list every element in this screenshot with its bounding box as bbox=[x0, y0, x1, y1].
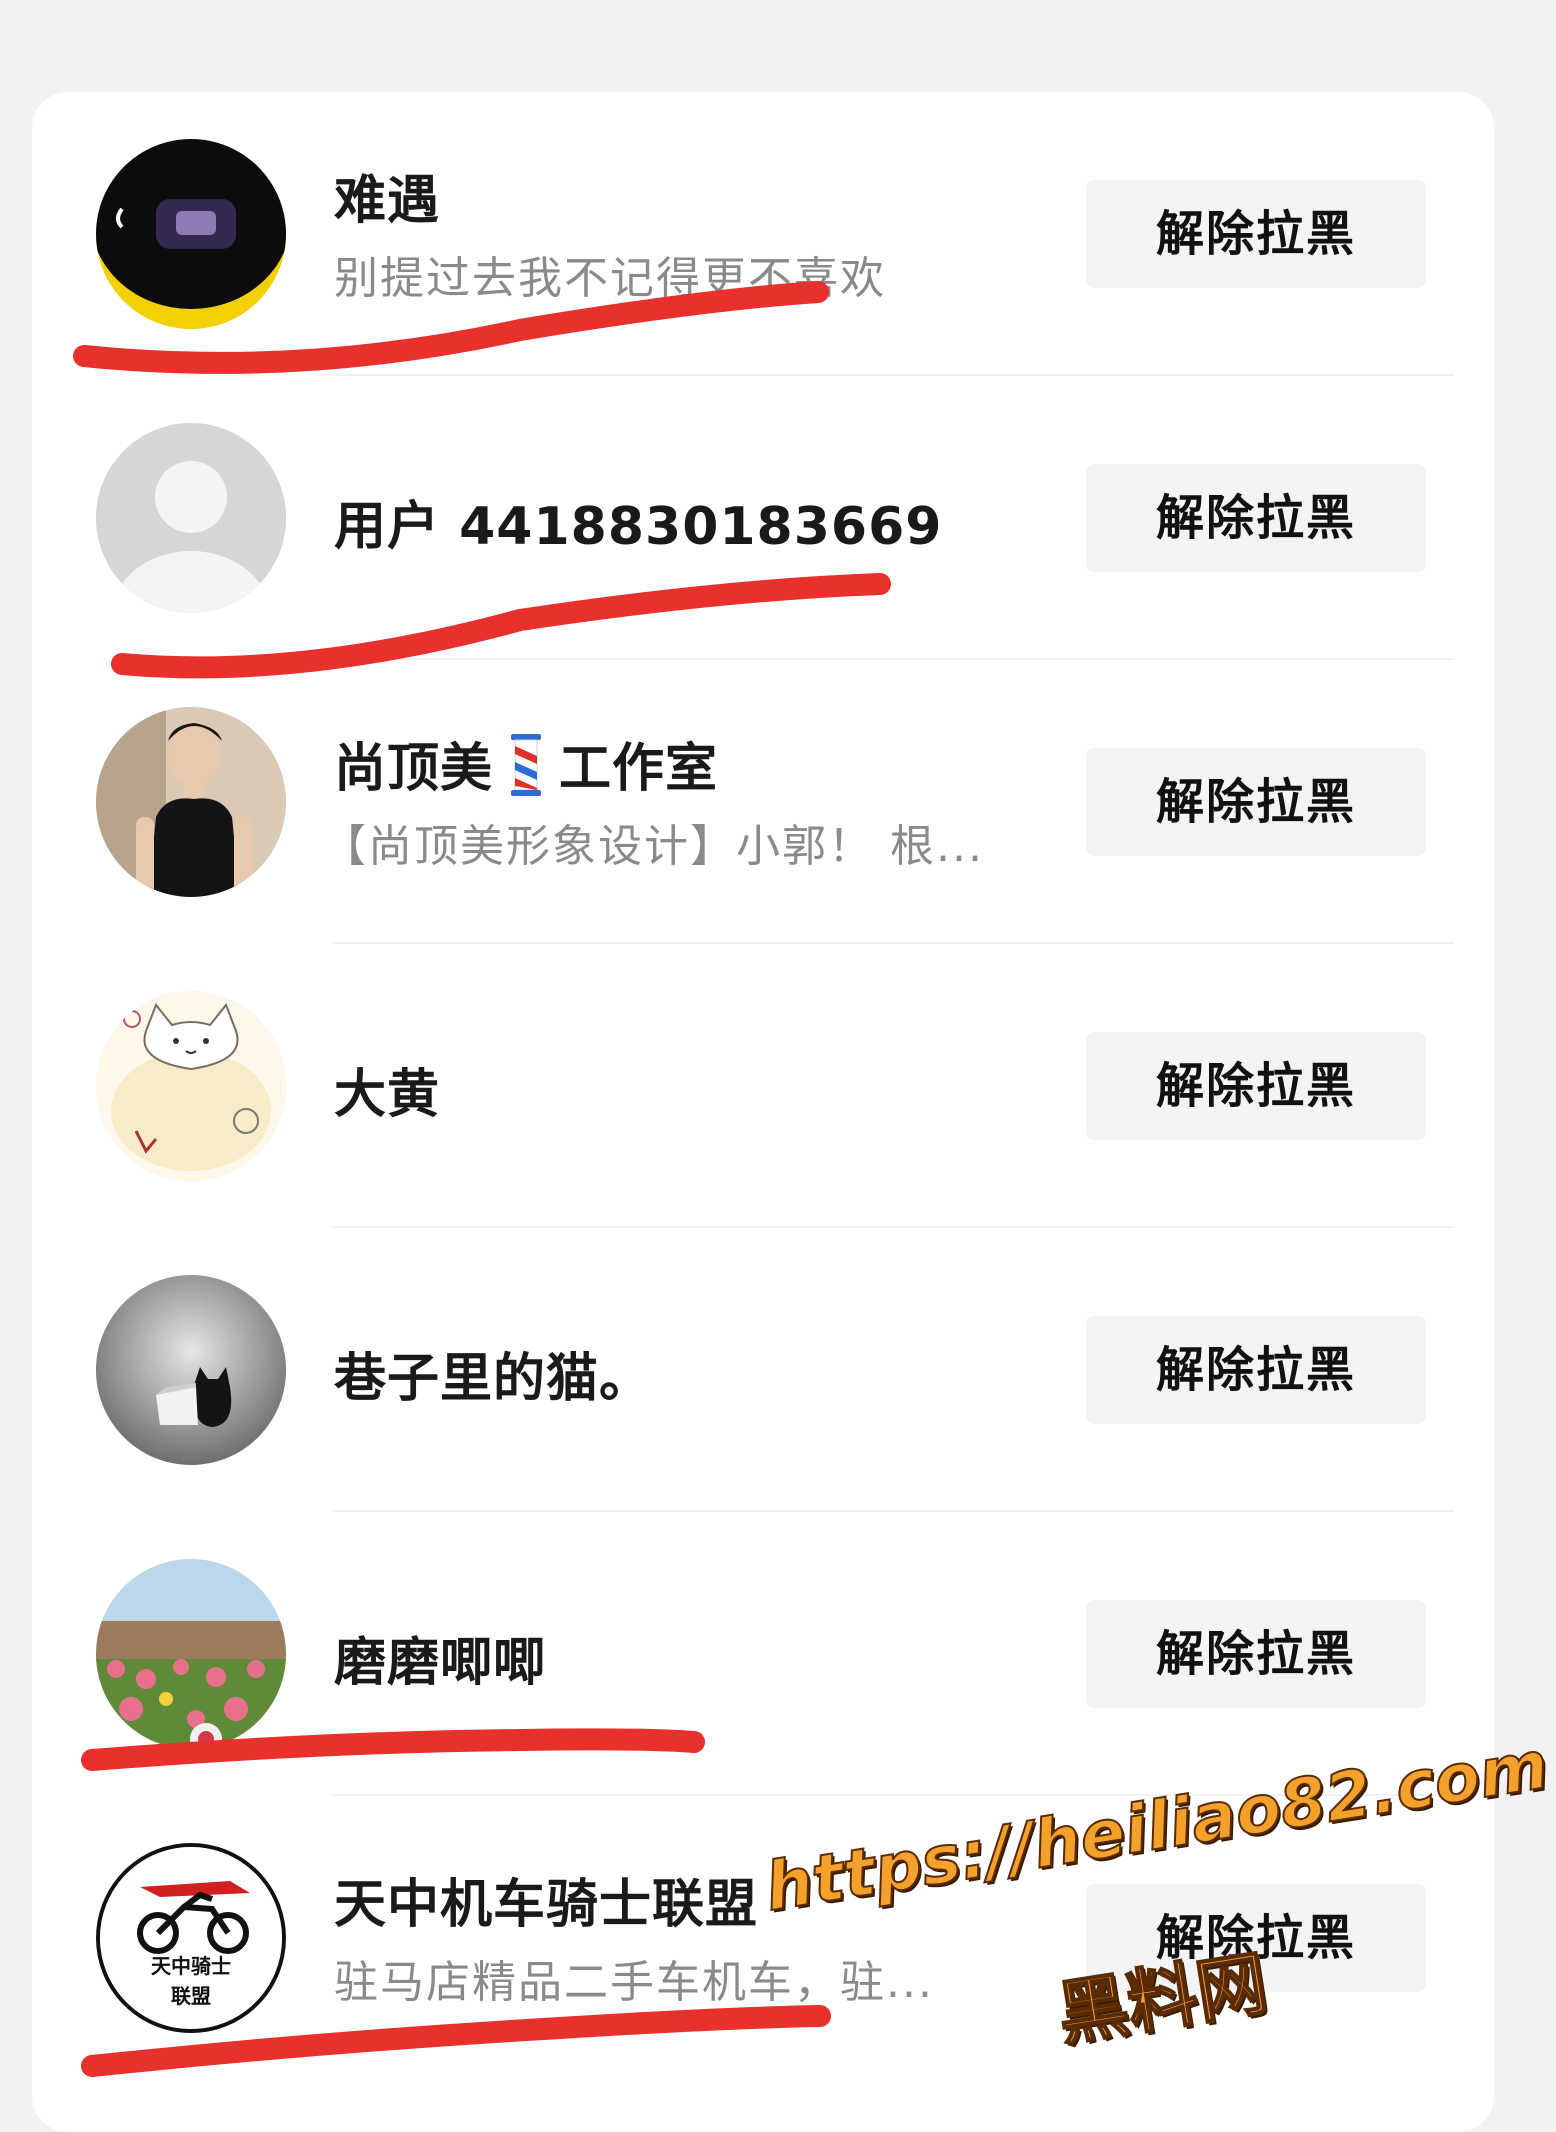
user-signature: 驻马店精品二手车机车，驻... bbox=[334, 1957, 934, 2008]
user-name: 天中机车骑士联盟 bbox=[334, 1875, 759, 1935]
user-name: 巷子里的猫。 bbox=[334, 1349, 653, 1409]
list-item: 难遇 别提过去我不记得更不喜欢 解除拉黑 bbox=[32, 92, 1494, 376]
avatar[interactable] bbox=[96, 1559, 286, 1749]
avatar[interactable] bbox=[96, 707, 286, 897]
unblock-button[interactable]: 解除拉黑 bbox=[1086, 1600, 1426, 1708]
list-item: 磨磨唧唧 解除拉黑 bbox=[32, 1512, 1494, 1796]
avatar[interactable] bbox=[96, 991, 286, 1181]
list-item: 巷子里的猫。 解除拉黑 bbox=[32, 1228, 1494, 1512]
unblock-button[interactable]: 解除拉黑 bbox=[1086, 180, 1426, 288]
user-name: 难遇 bbox=[334, 171, 441, 231]
user-name-suffix: 工作室 bbox=[559, 739, 719, 799]
user-signature: 别提过去我不记得更不喜欢 bbox=[334, 253, 886, 304]
motorcycle-logo-avatar: 天中骑士 联盟 bbox=[100, 1847, 282, 2029]
barber-pole-icon bbox=[511, 734, 542, 796]
user-name: 磨磨唧唧 bbox=[334, 1633, 547, 1693]
dark-helmet-avatar bbox=[96, 139, 286, 329]
avatar[interactable]: 天中骑士 联盟 bbox=[96, 1843, 286, 2033]
unblock-button[interactable]: 解除拉黑 bbox=[1086, 748, 1426, 856]
man-portrait-avatar bbox=[96, 707, 286, 897]
list-item: 大黄 解除拉黑 bbox=[32, 944, 1494, 1228]
avatar[interactable] bbox=[96, 1275, 286, 1465]
black-cat-avatar bbox=[96, 1275, 286, 1465]
unblock-button[interactable]: 解除拉黑 bbox=[1086, 1032, 1426, 1140]
avatar[interactable] bbox=[96, 139, 286, 329]
avatar-logo-text: 联盟 bbox=[171, 1984, 211, 2008]
user-signature: 【尚顶美形象设计】小郭！ 根... bbox=[322, 821, 984, 872]
unblock-button[interactable]: 解除拉黑 bbox=[1086, 1316, 1426, 1424]
blocked-users-list: 难遇 别提过去我不记得更不喜欢 解除拉黑 用户 4418830183669 解除… bbox=[32, 92, 1494, 2132]
user-name-prefix: 尚顶美 bbox=[334, 739, 494, 799]
list-item: 天中骑士 联盟 天中机车骑士联盟 驻马店精品二手车机车，驻... 解除拉黑 bbox=[32, 1796, 1494, 2080]
user-name: 用户 4418830183669 bbox=[334, 497, 943, 557]
list-item: 尚顶美 工作室 【尚顶美形象设计】小郭！ 根... 解除拉黑 bbox=[32, 660, 1494, 944]
flower-field-avatar bbox=[96, 1559, 286, 1749]
avatar[interactable] bbox=[96, 423, 286, 613]
default-user-avatar bbox=[96, 423, 286, 613]
unblock-button[interactable]: 解除拉黑 bbox=[1086, 1884, 1426, 1992]
user-name: 尚顶美 工作室 bbox=[334, 726, 718, 801]
unblock-button[interactable]: 解除拉黑 bbox=[1086, 464, 1426, 572]
list-item: 用户 4418830183669 解除拉黑 bbox=[32, 376, 1494, 660]
cartoon-cat-avatar bbox=[96, 991, 286, 1181]
avatar-logo-text: 天中骑士 bbox=[151, 1954, 231, 1978]
user-name: 大黄 bbox=[334, 1065, 441, 1125]
